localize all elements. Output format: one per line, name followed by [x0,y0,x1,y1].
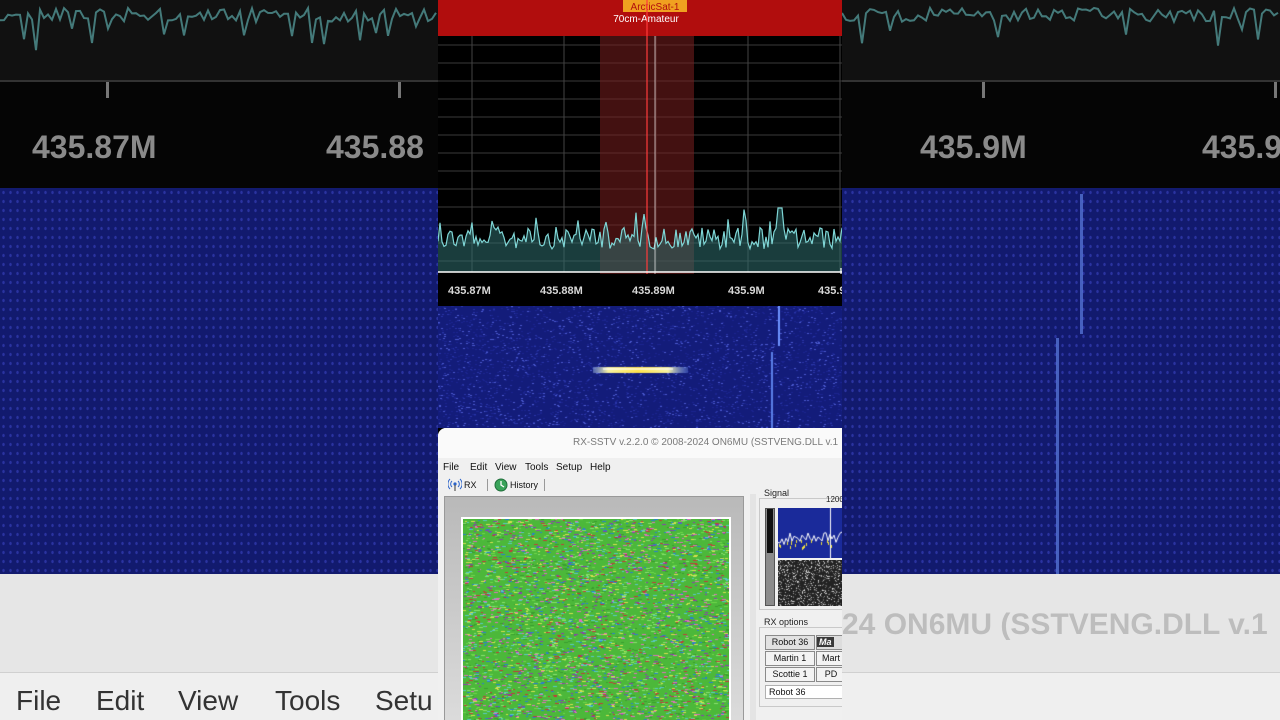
backdrop-freq-label: 435.87M [32,129,157,165]
band-label: 70cm-Amateur [613,14,679,25]
window-titlebar[interactable]: RX-SSTV v.2.2.0 © 2008-2024 ON6MU (SSTVE… [438,428,842,458]
freq-tick-label: 435.9 [818,285,842,297]
backdrop-menu-view: View [178,685,239,716]
mode-button-pd[interactable]: PD [816,667,842,682]
sdr-panel: ArcticSat-1 70cm-Amateur 435.87M 435.88M… [438,0,842,720]
backdrop-spectrum [842,0,1280,80]
history-button[interactable]: History [494,477,538,493]
backdrop-menu-file: File [16,685,62,716]
rx-button-label: RX [464,480,477,490]
signal-noise-view [778,560,842,606]
sstv-noise-image [463,519,729,720]
backdrop-left: 435.87M 435.88 File Edit View Tools Setu [0,0,438,720]
menu-tools[interactable]: Tools [525,462,548,473]
history-button-label: History [510,480,539,490]
antenna-icon [448,478,462,491]
backdrop-frequency-scale: 435.87M 435.88 [0,80,438,188]
backdrop-trace [842,5,1279,46]
signal-freq-mark: 1200 [826,495,842,504]
menu-help[interactable]: Help [590,462,611,473]
freq-tick-label: 435.89M [632,285,675,297]
backdrop-window-title: 24 ON6MU (SSTVENG.DLL v.1 [842,608,1268,641]
panel-splitter[interactable] [750,494,756,720]
signal-level-meter [765,508,775,606]
sstv-image-frame [444,496,744,720]
backdrop-menu-tools: Tools [275,685,341,716]
sstv-image[interactable] [461,517,731,720]
rx-button[interactable]: RX [448,477,477,493]
menu-edit[interactable]: Edit [470,462,487,473]
backdrop-waterfall [0,188,438,574]
mode-button-martin1[interactable]: Martin 1 [765,651,815,666]
backdrop-menu-setup: Setu [375,685,433,716]
mode-button-scottie1[interactable]: Scottie 1 [765,667,815,682]
menubar: File Edit View Tools Setup Help [438,460,842,476]
backdrop-freq-label: 435.88 [326,129,424,165]
mode-logo-button[interactable]: Ma [816,635,842,650]
freq-tick-label: 435.88M [540,285,583,297]
backdrop-menu-edit: Edit [96,685,145,716]
screen: 435.87M 435.88 File Edit View Tools Setu… [0,0,1280,720]
menu-view[interactable]: View [495,462,517,473]
frequency-scale: 435.87M 435.88M 435.89M 435.9M 435.9 [438,274,842,306]
window-title: RX-SSTV v.2.2.0 © 2008-2024 ON6MU (SSTVE… [573,437,839,448]
backdrop-menubar: File Edit View Tools Setu [0,672,438,720]
rx-options-label: RX options [762,617,811,627]
backdrop-menubar [842,672,1280,720]
backdrop-freq-label: 435.9M [920,129,1027,165]
signal-group-label: Signal [762,488,792,498]
freq-tick-label: 435.87M [448,285,491,297]
history-icon [494,478,508,492]
selected-mode-field[interactable]: Robot 36 [765,685,842,699]
backdrop-freq-label: 435.9 [1202,129,1280,165]
backdrop-frequency-scale: 435.9M 435.9 [842,80,1280,188]
mode-button-robot36[interactable]: Robot 36 [765,635,815,650]
backdrop-window: File Edit View Tools Setu [0,574,438,720]
menu-file[interactable]: File [443,462,459,473]
backdrop-trace [0,4,437,51]
waterfall-display[interactable] [438,306,842,428]
freq-tick-label: 435.9M [728,285,765,297]
backdrop-window: 24 ON6MU (SSTVENG.DLL v.1 [842,574,1280,720]
logo-text: Ma [817,637,834,647]
satellite-label: ArcticSat-1 [631,2,680,13]
rxsstv-window: RX-SSTV v.2.2.0 © 2008-2024 ON6MU (SSTVE… [438,428,842,720]
backdrop-right: 435.9M 435.9 24 ON6MU (SSTVENG.DLL v.1 [842,0,1280,720]
backdrop-spectrum [0,0,438,80]
signal-spectrum [778,508,842,558]
backdrop-waterfall [842,188,1280,574]
spectrum-display[interactable]: ArcticSat-1 70cm-Amateur [438,0,842,274]
mode-button-martin2[interactable]: Mart [816,651,842,666]
menu-setup[interactable]: Setup [556,462,582,473]
